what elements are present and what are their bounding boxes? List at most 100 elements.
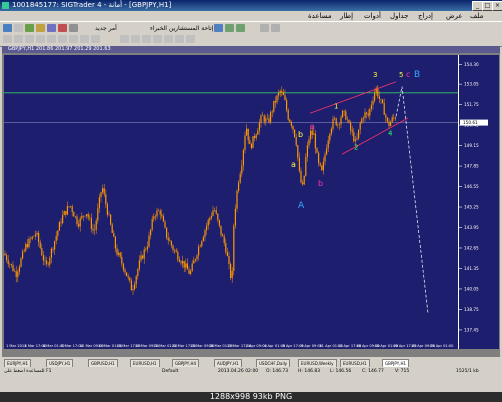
candle-body	[281, 91, 283, 93]
candle-body	[382, 99, 384, 104]
m1-timeframe-button[interactable]	[120, 35, 129, 43]
d1-timeframe-button[interactable]	[186, 35, 195, 43]
close-button[interactable]: ×	[492, 1, 502, 11]
menu-insert[interactable]: إدراج	[418, 11, 433, 21]
channel-icon[interactable]	[58, 35, 67, 43]
candle-body	[41, 247, 43, 256]
price-axis: 154.30153.05151.75150.45149.15147.85146.…	[458, 55, 499, 349]
app-icon	[2, 2, 9, 9]
candle-body	[372, 100, 374, 105]
expert-advisors-button[interactable]: إتاحة المستشارين الخبراء	[150, 25, 213, 32]
candle-body	[386, 117, 388, 122]
candle-body	[191, 263, 193, 272]
text-icon[interactable]	[80, 35, 89, 43]
terminal-icon[interactable]	[58, 24, 67, 32]
candle-body	[114, 236, 116, 249]
candle-body	[124, 269, 126, 273]
candle-body	[79, 218, 81, 227]
candle-body	[134, 284, 136, 290]
menu-file[interactable]: ملف	[470, 11, 483, 21]
profiles-icon[interactable]	[14, 24, 23, 32]
fibonacci-icon[interactable]	[69, 35, 78, 43]
period-icon[interactable]	[214, 24, 223, 32]
candle-body	[263, 115, 265, 122]
candle-body	[57, 230, 59, 236]
candle-body	[279, 91, 281, 93]
candle-body	[170, 241, 172, 246]
candle-body	[23, 250, 25, 252]
crosshair-icon[interactable]	[14, 35, 23, 43]
candle-body	[319, 162, 321, 166]
vertical-line-icon[interactable]	[25, 35, 34, 43]
candle-body	[252, 136, 254, 149]
candle-body	[276, 95, 278, 103]
price-label: 146.55	[464, 184, 479, 189]
m15-timeframe-button[interactable]	[142, 35, 151, 43]
candle-body	[36, 232, 38, 235]
menu-help[interactable]: مساعدة	[308, 11, 332, 21]
grid-icon[interactable]	[260, 24, 269, 32]
candle-body	[286, 99, 288, 111]
candle-body	[322, 161, 324, 171]
candle-body	[178, 259, 180, 262]
candle-body	[110, 214, 112, 225]
candle-body	[241, 165, 243, 174]
menu-view[interactable]: عرض	[446, 11, 463, 21]
candle-body	[153, 216, 155, 219]
candle-body	[215, 210, 217, 214]
market-watch-icon[interactable]	[25, 24, 34, 32]
autoscroll-icon[interactable]	[271, 24, 280, 32]
candle-body	[102, 188, 104, 193]
candle-body	[217, 213, 219, 220]
m30-timeframe-button[interactable]	[153, 35, 162, 43]
channel-lower	[341, 117, 409, 155]
data-window-icon[interactable]	[36, 24, 45, 32]
candle-body	[332, 118, 334, 129]
candle-body	[202, 236, 204, 242]
zoom-out-icon[interactable]	[236, 24, 245, 32]
candle-body	[258, 122, 260, 131]
m5-timeframe-button[interactable]	[131, 35, 140, 43]
candle-body	[255, 134, 257, 139]
menu-window[interactable]: إطار	[340, 11, 353, 21]
candle-body	[366, 112, 368, 114]
chart-plot-area[interactable]: 1 Mar 2013 4 Mar 17:00 6 Mar 01:00 8 Mar 17…	[4, 55, 458, 349]
h1-timeframe-button[interactable]	[164, 35, 173, 43]
trendline-icon[interactable]	[47, 35, 56, 43]
candle-body	[358, 129, 360, 139]
price-label: 143.95	[464, 225, 479, 230]
candle-body	[254, 136, 256, 139]
status-close: C: 146.77	[362, 369, 384, 374]
menu-charts[interactable]: جداول	[390, 11, 408, 21]
status-time: 2013.04.26 02:00	[218, 369, 259, 374]
cursor-icon[interactable]	[3, 35, 12, 43]
candle-body	[234, 208, 236, 226]
h4-timeframe-button[interactable]	[175, 35, 184, 43]
candle-body	[140, 255, 142, 261]
candle-body	[18, 266, 20, 272]
strategy-tester-icon[interactable]	[69, 24, 78, 32]
current-price-label: 150.61	[463, 120, 478, 125]
candle-body	[306, 145, 308, 157]
price-label: 137.45	[464, 327, 479, 332]
candle-body	[316, 148, 318, 153]
candle-body	[164, 221, 166, 228]
candle-body	[378, 96, 380, 100]
label-icon[interactable]	[91, 35, 100, 43]
candle-body	[50, 248, 52, 258]
candle-body	[132, 289, 134, 291]
candle-body	[218, 219, 220, 226]
candle-body	[17, 271, 19, 277]
candle-body	[345, 111, 347, 120]
candle-body	[15, 271, 17, 277]
candle-body	[186, 263, 188, 270]
candle-body	[305, 156, 307, 176]
menu-tools[interactable]: أدوات	[364, 11, 381, 21]
horizontal-line-icon[interactable]	[36, 35, 45, 43]
new-order-button[interactable]: أمر جديد	[95, 25, 117, 32]
zoom-in-icon[interactable]	[225, 24, 234, 32]
candle-body	[71, 206, 73, 212]
new-chart-icon[interactable]	[3, 24, 12, 32]
navigator-icon[interactable]	[47, 24, 56, 32]
candle-body	[103, 188, 105, 195]
